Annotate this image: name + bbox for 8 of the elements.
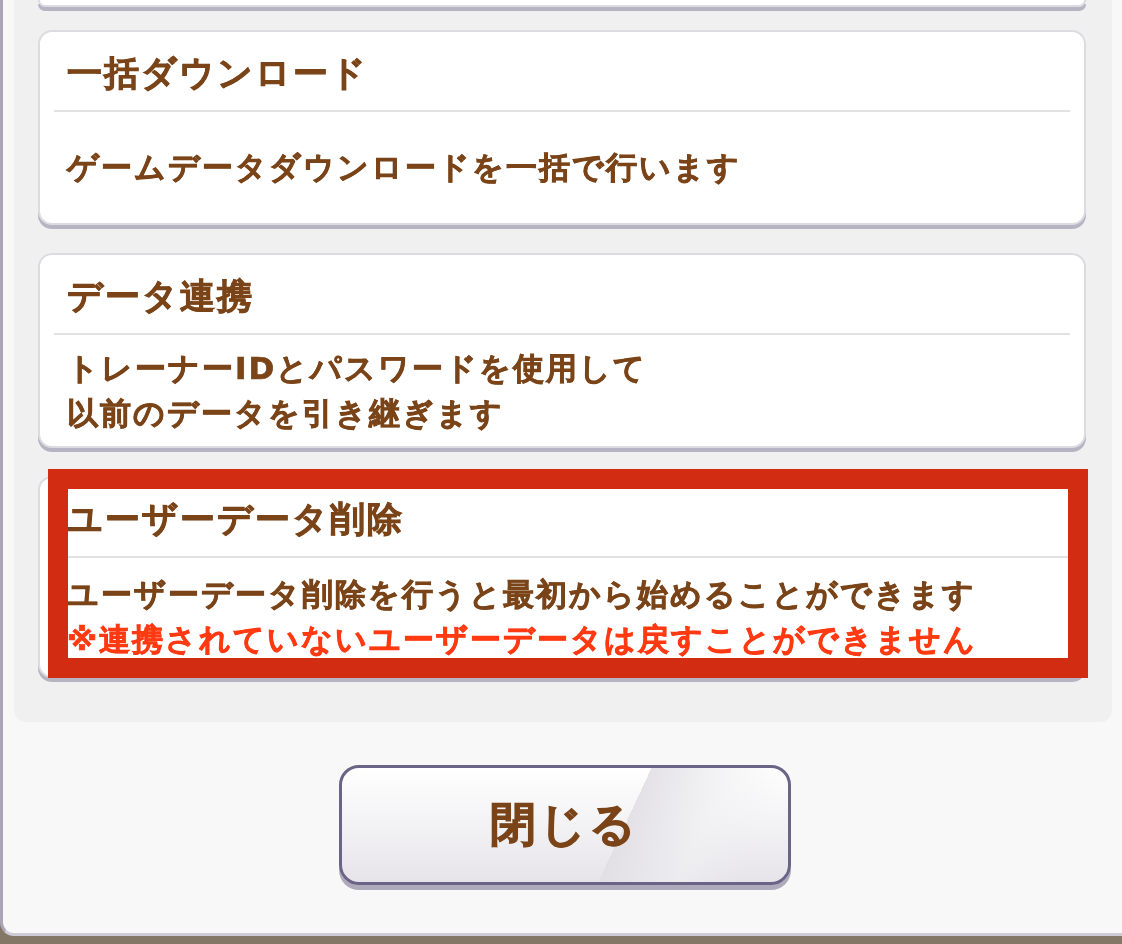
card-description-line: ゲームデータダウンロードを一括で行います — [67, 148, 741, 187]
card-title: ユーザーデータ削除 — [66, 497, 404, 541]
card-description-line: トレーナーIDとパスワードを使用して — [67, 348, 648, 388]
card-description-line: ユーザーデータ削除を行うと最初から始めることができます — [67, 575, 976, 614]
card-description-line: 以前のデータを引き継ぎます — [67, 393, 504, 433]
warning-text: ※連携されていないユーザーデータは戻すことができません — [67, 620, 978, 659]
card-title: データ連携 — [66, 274, 254, 318]
card-title: 一括ダウンロード — [66, 51, 368, 95]
